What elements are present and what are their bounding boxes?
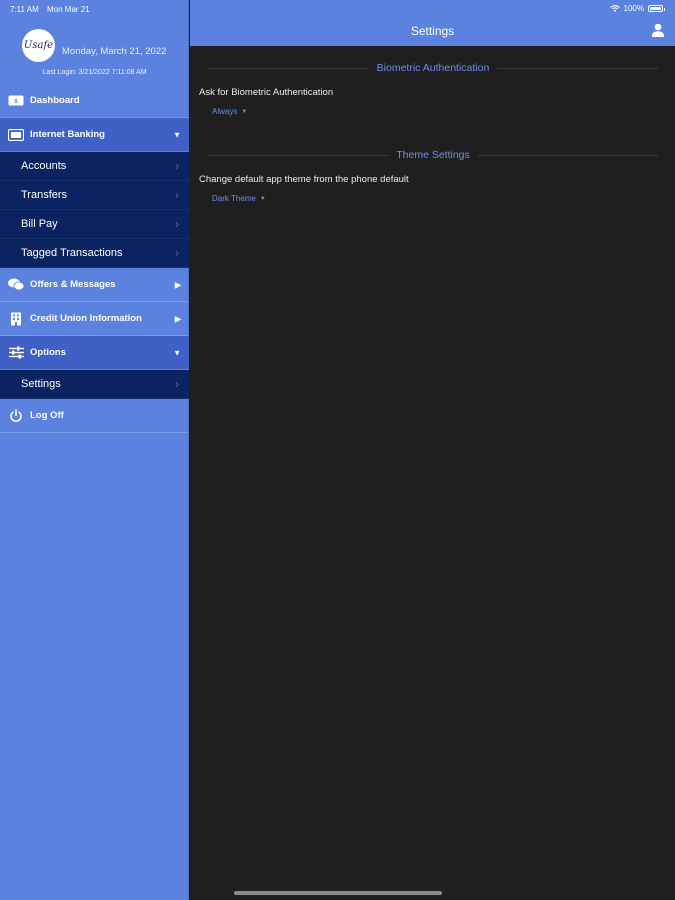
caret-down-icon: ▼	[173, 348, 181, 357]
home-indicator[interactable]	[234, 891, 442, 895]
sidebar-item-dashboard[interactable]: $ Dashboard	[0, 84, 189, 118]
user-icon[interactable]	[651, 23, 665, 37]
credit-union-logo: Usafe	[22, 29, 55, 62]
dashboard-icon: $	[8, 94, 24, 108]
caret-right-icon: ▶	[174, 280, 181, 289]
chevron-right-icon: ›	[175, 188, 179, 202]
chevron-right-icon: ›	[175, 159, 179, 173]
divider	[477, 154, 659, 156]
divider	[208, 154, 389, 156]
divider	[208, 67, 369, 69]
section-title: Biometric Authentication	[376, 62, 490, 74]
sliders-icon	[8, 346, 24, 360]
chevron-right-icon: ›	[175, 377, 179, 391]
sidebar-item-label: Internet Banking	[30, 129, 105, 140]
status-date: Mon Mar 21	[47, 5, 90, 14]
status-bar: 7:11 AM Mon Mar 21 100%	[0, 0, 675, 18]
chevron-right-icon: ›	[175, 246, 179, 260]
sidebar-item-accounts[interactable]: Accounts ›	[0, 152, 189, 181]
sidebar-item-label: Bill Pay	[21, 218, 58, 230]
profile-panel: Usafe Monday, March 21, 2022 Last Login:…	[0, 18, 189, 84]
main-content: Settings Biometric Authentication Ask fo…	[190, 0, 675, 900]
biometric-setting-label: Ask for Biometric Authentication	[199, 87, 334, 98]
sidebar-item-transfers[interactable]: Transfers ›	[0, 181, 189, 210]
sidebar-nav: $ Dashboard Internet Banking ▼ Accounts …	[0, 84, 189, 433]
section-header-biometric: Biometric Authentication	[208, 62, 658, 74]
chevron-down-icon: ▼	[259, 195, 266, 202]
section-title: Theme Settings	[396, 149, 470, 161]
caret-right-icon: ▶	[174, 314, 181, 323]
sidebar-item-log-off[interactable]: Log Off	[0, 399, 189, 433]
sidebar-item-tagged-transactions[interactable]: Tagged Transactions ›	[0, 239, 189, 268]
battery-icon	[648, 5, 665, 12]
section-header-theme: Theme Settings	[208, 149, 659, 161]
power-icon	[8, 408, 24, 423]
sidebar: Usafe Monday, March 21, 2022 Last Login:…	[0, 0, 189, 900]
dropdown-value: Dark Theme	[212, 194, 256, 203]
sidebar-item-offers-messages[interactable]: Offers & Messages ▶	[0, 268, 189, 302]
sidebar-item-internet-banking[interactable]: Internet Banking ▼	[0, 118, 189, 152]
sidebar-item-bill-pay[interactable]: Bill Pay ›	[0, 210, 189, 239]
biometric-dropdown[interactable]: Always ▼	[212, 107, 247, 116]
dropdown-value: Always	[212, 107, 238, 116]
sidebar-item-label: Options	[30, 347, 66, 358]
sidebar-item-credit-union-information[interactable]: Credit Union Information ▶	[0, 302, 189, 336]
status-time: 7:11 AM	[10, 5, 39, 14]
theme-dropdown[interactable]: Dark Theme ▼	[212, 194, 266, 203]
sidebar-item-label: Accounts	[21, 160, 67, 172]
sidebar-item-label: Offers & Messages	[30, 279, 116, 290]
battery-percent: 100%	[623, 4, 644, 13]
svg-text:$: $	[14, 99, 17, 105]
last-login: Last Login: 3/21/2022 7:11:08 AM	[42, 69, 147, 76]
divider	[497, 67, 658, 69]
sidebar-item-label: Tagged Transactions	[21, 247, 123, 259]
sidebar-item-label: Log Off	[30, 410, 64, 421]
sidebar-item-label: Dashboard	[30, 95, 80, 106]
profile-date: Monday, March 21, 2022	[62, 46, 167, 57]
status-right: 100%	[609, 4, 665, 13]
page-title: Settings	[410, 24, 455, 38]
sidebar-item-settings[interactable]: Settings ›	[0, 370, 189, 399]
wifi-icon	[609, 5, 620, 12]
theme-setting-label: Change default app theme from the phone …	[199, 174, 409, 185]
offers-icon	[8, 278, 24, 292]
chevron-down-icon: ▼	[241, 108, 248, 115]
internet-banking-icon	[8, 128, 24, 142]
building-icon	[8, 312, 24, 326]
sidebar-item-label: Transfers	[21, 189, 68, 201]
sidebar-item-label: Credit Union Information	[30, 313, 142, 324]
sidebar-item-options[interactable]: Options ▼	[0, 336, 189, 370]
sidebar-item-label: Settings	[21, 378, 61, 390]
caret-down-icon: ▼	[173, 130, 181, 139]
chevron-right-icon: ›	[175, 217, 179, 231]
